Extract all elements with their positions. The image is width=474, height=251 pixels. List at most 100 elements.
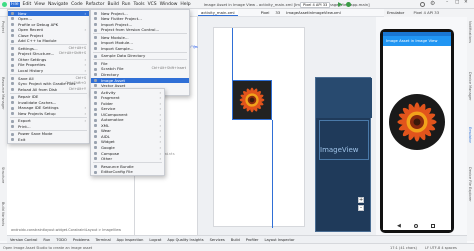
maximize-button[interactable]: □ xyxy=(455,0,459,5)
tool-window-version-control[interactable]: Version Control xyxy=(10,238,37,242)
menu-file[interactable]: File xyxy=(10,1,20,7)
zoom-out-button[interactable]: – xyxy=(358,205,364,211)
export-icon xyxy=(11,119,14,123)
cursor-position[interactable]: 17:1 (41 chars) xyxy=(390,246,417,250)
nav-home-icon[interactable] xyxy=(414,224,418,228)
menu-item-import-sample[interactable]: Import Sample... xyxy=(91,46,189,52)
emulator-device-tab[interactable]: Pixel 4 API 33 xyxy=(413,10,439,15)
menu-item-label: Widget xyxy=(101,139,115,145)
menu-window[interactable]: Window xyxy=(160,2,178,7)
search-icon[interactable] xyxy=(420,1,425,7)
run-icon[interactable]: ▶ xyxy=(338,1,343,8)
menu-item-project-from-version-control[interactable]: Project from Version Control... xyxy=(91,27,189,33)
menu-item-label: Other xyxy=(101,156,113,162)
menu-item-label: UiComponent xyxy=(101,111,128,117)
new-icon xyxy=(11,11,14,15)
close-button[interactable]: ✕ xyxy=(464,0,468,5)
file-encoding[interactable]: LF UTF-8 4 spaces xyxy=(425,246,457,250)
notifications-tool-tab[interactable]: Notifications xyxy=(468,21,472,43)
menu-item-label: Image Asset xyxy=(101,77,126,83)
manage-ide-settings-icon xyxy=(11,106,14,110)
layout-preview[interactable] xyxy=(213,27,305,228)
tool-window-terminal[interactable]: Terminal xyxy=(95,238,110,242)
api-select[interactable]: 33 xyxy=(272,10,283,16)
settings-icon[interactable]: ⚙ xyxy=(430,0,435,7)
menu-edit[interactable]: Edit xyxy=(23,2,32,7)
menu-item-label: Google xyxy=(101,144,115,150)
menu-code[interactable]: Code xyxy=(71,2,83,7)
menu-item-new-projects-setup[interactable]: New Projects Setup › xyxy=(8,111,89,117)
image-view-preview[interactable] xyxy=(232,80,272,120)
tool-window-layout-inspector[interactable]: Layout Inspector xyxy=(264,238,294,242)
device-file-explorer-tool-tab[interactable]: Device File Explorer xyxy=(468,167,472,202)
menu-run[interactable]: Run xyxy=(122,2,131,7)
device-select[interactable]: Pixel xyxy=(258,10,273,16)
menu-item-label: Folder xyxy=(101,100,114,106)
breadcrumb: androidx.constraintlayout.widget.Constra… xyxy=(11,228,121,232)
menu-item-print[interactable]: Print... xyxy=(8,124,89,130)
tool-window-todo[interactable]: TODO xyxy=(56,238,67,242)
menu-item-label: Settings... xyxy=(18,45,38,51)
menu-refactor[interactable]: Refactor xyxy=(86,2,105,7)
nav-recents-icon[interactable] xyxy=(431,224,435,228)
tool-window-logcat[interactable]: Logcat xyxy=(149,238,161,242)
menu-item-other[interactable]: Other › xyxy=(91,156,164,162)
vector-asset-icon xyxy=(94,84,97,88)
tool-window-services[interactable]: Services xyxy=(210,238,225,242)
import-module-icon xyxy=(94,41,97,45)
submenu-arrow-icon: › xyxy=(159,156,161,162)
tab-activity-main[interactable]: activity_main.xml xyxy=(198,10,238,16)
tool-window-build[interactable]: Build xyxy=(231,238,240,242)
menu-item-label: Import Module... xyxy=(101,40,134,46)
nav-back-icon[interactable]: ◀ xyxy=(397,223,401,229)
run-device-select[interactable]: Pixel 4 API 33 xyxy=(300,1,331,8)
tool-window-app-quality-insights[interactable]: App Quality Insights xyxy=(167,238,203,242)
menu-item-add-c-to-module[interactable]: Add C++ to Module xyxy=(8,38,89,44)
menu-view[interactable]: View xyxy=(34,2,45,7)
menu-item-label: Activity xyxy=(101,89,116,95)
emulator-panel: Image Asset in Image View ◀ xyxy=(376,17,467,235)
other-settings-icon xyxy=(11,58,14,62)
nav-bar: ◀ xyxy=(383,222,451,230)
emulator-tool-tab[interactable]: Emulator xyxy=(468,127,472,143)
android-submenu: Activity › Fragment › Folder › Service › UiCompo… xyxy=(90,88,165,177)
resource-manager-tool-tab[interactable]: Resource Manager xyxy=(1,77,5,110)
zoom-in-button[interactable]: + xyxy=(358,197,364,203)
profile-or-debug-apk-icon xyxy=(11,22,14,26)
menu-navigate[interactable]: Navigate xyxy=(48,2,68,7)
menu-item-label: Profile or Debug APK xyxy=(18,21,59,27)
phone-screen[interactable]: Image Asset in Image View ◀ xyxy=(383,32,451,230)
device-manager-tool-tab[interactable]: Device Manager xyxy=(468,72,472,100)
menu-item-editorconfig-file[interactable]: EditorConfig File xyxy=(91,169,164,175)
project-tool-tab[interactable]: Project xyxy=(1,21,5,33)
menu-item-reload-all-from-disk[interactable]: Reload All from Disk Ctrl+Alt+Y xyxy=(8,87,89,93)
debug-icon[interactable] xyxy=(346,1,351,7)
menu-item-label: Fragment xyxy=(101,95,120,101)
new-flutter-project-icon xyxy=(94,17,97,21)
status-bar: Open Image Asset Studio to create an ima… xyxy=(0,243,474,251)
tool-window-profiler[interactable]: Profiler xyxy=(246,238,259,242)
menu-item-local-history[interactable]: Local History › xyxy=(8,68,89,74)
build-variants-tool-tab[interactable]: Build Variants xyxy=(1,202,5,226)
menu-build[interactable]: Build xyxy=(108,2,119,7)
menu-vcs[interactable]: VCS xyxy=(148,2,157,7)
tool-window-app-inspection[interactable]: App Inspection xyxy=(117,238,144,242)
local-history-icon xyxy=(11,69,14,73)
structure-tool-tab[interactable]: Structure xyxy=(1,167,5,183)
round-flower-image xyxy=(397,102,437,142)
new-submenu: New Project... New Flutter Project... Impo… xyxy=(90,9,190,96)
window-title: Image Asset in Image View - activity_mai… xyxy=(203,1,370,7)
tab-image-asset-in-image-view[interactable]: ImageAssetInImageView.xml xyxy=(283,10,344,16)
scratch-file-icon xyxy=(94,67,97,71)
tool-window-run[interactable]: Run xyxy=(43,238,50,242)
menu-item-label: Power Save Mode xyxy=(18,131,53,137)
menu-item-sample-data-directory[interactable]: Sample Data Directory xyxy=(91,53,189,59)
tool-window-problems[interactable]: Problems xyxy=(73,238,90,242)
menu-tools[interactable]: Tools xyxy=(133,2,144,7)
android-studio-logo-icon xyxy=(2,1,7,7)
minimize-button[interactable]: – xyxy=(446,0,448,5)
project-from-version-control-icon xyxy=(94,28,97,32)
menu-help[interactable]: Help xyxy=(180,2,190,7)
shortcut-label: Ctrl+Alt+Y xyxy=(68,86,86,91)
menu-item-exit[interactable]: Exit xyxy=(8,137,89,143)
